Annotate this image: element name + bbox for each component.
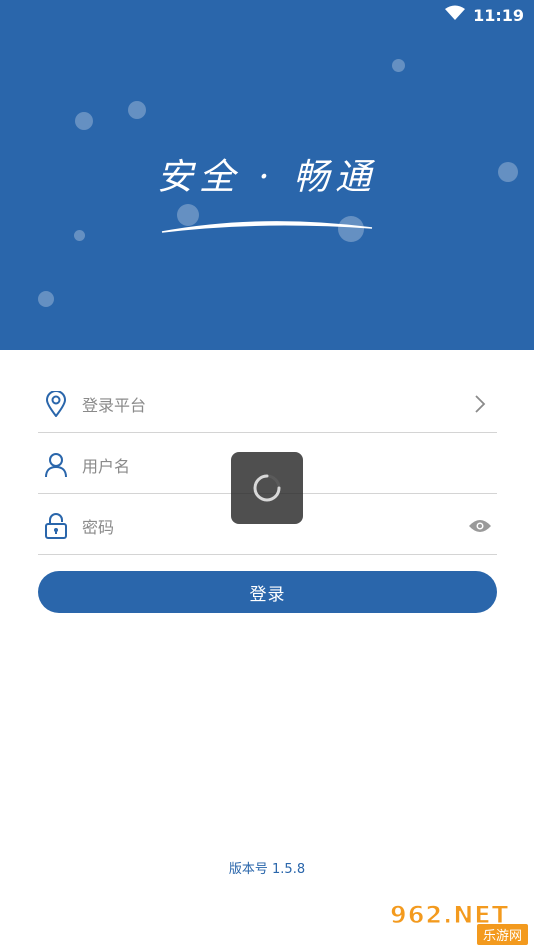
spinner-icon xyxy=(253,474,281,502)
loading-overlay xyxy=(231,452,303,524)
lock-icon xyxy=(42,512,70,540)
bokeh-dot xyxy=(128,101,146,119)
version-text: 版本号 1.5.8 xyxy=(228,862,306,877)
eye-icon[interactable] xyxy=(463,512,497,540)
watermark-logo: 962.NET 乐游网 xyxy=(389,901,528,945)
login-button[interactable]: 登录 xyxy=(38,571,497,613)
header-banner: 11:19 安全 · 畅通 xyxy=(0,0,534,350)
wifi-icon xyxy=(445,5,466,25)
bokeh-dot xyxy=(75,112,93,130)
location-pin-icon xyxy=(42,390,70,418)
chevron-right-icon xyxy=(463,390,497,418)
bokeh-dot xyxy=(74,230,85,241)
slogan-text: 安全 · 畅通 xyxy=(156,157,378,198)
platform-label: 登录平台 xyxy=(82,396,147,415)
bokeh-dot xyxy=(38,291,54,307)
slogan-swoosh xyxy=(161,221,373,233)
user-icon xyxy=(42,451,70,479)
status-time: 11:19 xyxy=(473,5,524,25)
watermark-site-name: 乐游网 xyxy=(476,924,528,945)
platform-selector[interactable]: 登录平台 xyxy=(38,376,497,433)
bokeh-dot xyxy=(392,59,405,72)
status-bar: 11:19 xyxy=(445,0,524,30)
